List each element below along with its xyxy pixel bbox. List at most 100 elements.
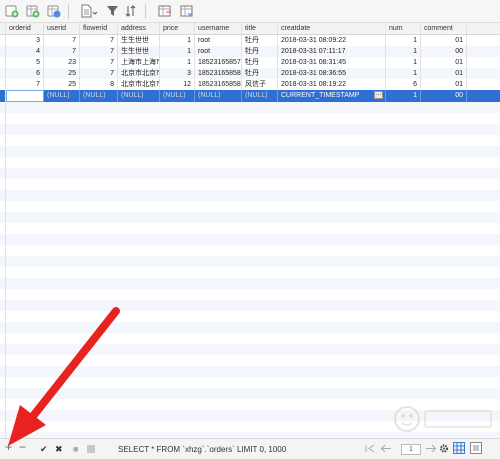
price-cell[interactable]: 1 xyxy=(160,46,195,57)
column-header-price[interactable]: price xyxy=(160,23,195,34)
address-cell[interactable]: 上海市上海市 xyxy=(118,57,160,68)
column-header-address[interactable]: address xyxy=(118,23,160,34)
settings-gear-icon[interactable] xyxy=(439,443,449,454)
flowerid-cell[interactable]: 8 xyxy=(80,79,118,90)
title-cell[interactable]: 风信子 xyxy=(242,79,278,90)
title-null-cell[interactable]: (NULL) xyxy=(242,90,278,102)
flowerid-cell[interactable]: 7 xyxy=(80,57,118,68)
remove-row-button[interactable]: − xyxy=(19,441,26,453)
document-icon[interactable] xyxy=(80,4,98,18)
refresh-icon[interactable] xyxy=(47,4,61,18)
flowerid-null-cell[interactable]: (NULL) xyxy=(80,90,118,102)
userid-cell[interactable]: 23 xyxy=(44,57,80,68)
export-icon[interactable] xyxy=(158,4,172,18)
userid-null-cell[interactable]: (NULL) xyxy=(44,90,80,102)
userid-cell[interactable]: 25 xyxy=(44,79,80,90)
creatdate-cell[interactable]: 2018-03-31 08:36:55 xyxy=(278,68,386,79)
grid-view-icon[interactable] xyxy=(453,442,465,454)
title-cell[interactable]: 牡丹 xyxy=(242,57,278,68)
num-cell[interactable]: 1 xyxy=(386,46,421,57)
stop-query-icon[interactable] xyxy=(87,443,95,454)
comment-cell[interactable]: 01 xyxy=(421,68,467,79)
empty-row xyxy=(0,256,500,267)
address-cell[interactable]: 北京市北京市 xyxy=(118,79,160,90)
username-null-cell[interactable]: (NULL) xyxy=(195,90,242,102)
page-number-input[interactable]: 1 xyxy=(401,444,421,455)
username-cell[interactable]: root xyxy=(195,35,242,46)
filter-icon[interactable] xyxy=(106,4,120,18)
column-header-username[interactable]: username xyxy=(195,23,242,34)
title-cell[interactable]: 牡丹 xyxy=(242,68,278,79)
flowerid-cell[interactable]: 7 xyxy=(80,35,118,46)
userid-cell[interactable]: 7 xyxy=(44,35,80,46)
orderid-edit-input[interactable] xyxy=(6,90,44,102)
table-row[interactable]: 5 23 7 上海市上海市 1 18523165857 牡丹 2018-03-3… xyxy=(0,57,500,68)
datetime-picker-button[interactable]: ... xyxy=(374,91,383,99)
creatdate-cell[interactable]: 2018-03-31 07:11:17 xyxy=(278,46,386,57)
comment-cell[interactable]: 01 xyxy=(421,35,467,46)
userid-cell[interactable]: 7 xyxy=(44,46,80,57)
title-cell[interactable]: 牡丹 xyxy=(242,46,278,57)
discard-changes-button[interactable]: ✖ xyxy=(55,444,63,455)
creatdate-cell[interactable]: 2018-03-31 08:09:22 xyxy=(278,35,386,46)
table-row[interactable]: 6 25 7 北京市北京市 3 18523165858 牡丹 2018-03-3… xyxy=(0,68,500,79)
sort-icon[interactable] xyxy=(124,4,138,18)
title-cell[interactable]: 牡丹 xyxy=(242,35,278,46)
column-header-userid[interactable]: userid xyxy=(44,23,80,34)
price-null-cell[interactable]: (NULL) xyxy=(160,90,195,102)
apply-changes-button[interactable]: ✔ xyxy=(40,444,48,455)
empty-row xyxy=(0,278,500,289)
price-cell[interactable]: 3 xyxy=(160,68,195,79)
address-cell[interactable]: 生生世世 xyxy=(118,46,160,57)
num-cell[interactable]: 1 xyxy=(386,35,421,46)
comment-cell[interactable]: 00 xyxy=(421,46,467,57)
column-header-orderid[interactable]: orderid xyxy=(6,23,44,34)
price-cell[interactable]: 1 xyxy=(160,35,195,46)
first-page-icon[interactable] xyxy=(365,443,375,454)
creatdate-default-cell[interactable]: CURRENT_TIMESTAMP ... xyxy=(278,90,386,102)
num-cell[interactable]: 6 xyxy=(386,79,421,90)
orderid-cell[interactable]: 3 xyxy=(6,35,44,46)
orderid-cell[interactable]: 7 xyxy=(6,79,44,90)
add-table-icon[interactable] xyxy=(26,4,40,18)
table-row[interactable]: 4 7 7 生生世世 1 root 牡丹 2018-03-31 07:11:17… xyxy=(0,46,500,57)
table-row[interactable]: 7 25 8 北京市北京市 12 18523165858 风信子 2018-03… xyxy=(0,79,500,90)
flowerid-cell[interactable]: 7 xyxy=(80,46,118,57)
orderid-cell[interactable]: 6 xyxy=(6,68,44,79)
comment-cell[interactable]: 01 xyxy=(421,79,467,90)
column-header-flowerid[interactable]: flowerid xyxy=(80,23,118,34)
username-cell[interactable]: root xyxy=(195,46,242,57)
new-connection-icon[interactable] xyxy=(5,4,19,18)
column-header-creatdate[interactable]: creatdate xyxy=(278,23,386,34)
creatdate-cell[interactable]: 2018-03-31 08:19:22 xyxy=(278,79,386,90)
username-cell[interactable]: 18523165858 xyxy=(195,68,242,79)
username-cell[interactable]: 18523165858 xyxy=(195,79,242,90)
stop-button[interactable]: ■ xyxy=(73,444,78,455)
column-header-title[interactable]: title xyxy=(242,23,278,34)
next-page-icon[interactable] xyxy=(425,443,437,454)
price-cell[interactable]: 12 xyxy=(160,79,195,90)
orderid-cell[interactable]: 5 xyxy=(6,57,44,68)
previous-page-icon[interactable] xyxy=(380,443,392,454)
column-header-comment[interactable]: comment xyxy=(421,23,467,34)
comment-default-cell[interactable]: 00 xyxy=(421,90,467,102)
username-cell[interactable]: 18523165857 xyxy=(195,57,242,68)
num-cell[interactable]: 1 xyxy=(386,57,421,68)
address-null-cell[interactable]: (NULL) xyxy=(118,90,160,102)
num-cell[interactable]: 1 xyxy=(386,68,421,79)
flowerid-cell[interactable]: 7 xyxy=(80,68,118,79)
comment-cell[interactable]: 01 xyxy=(421,57,467,68)
new-row-selected[interactable]: (NULL) (NULL) (NULL) (NULL) (NULL) (NULL… xyxy=(0,90,500,102)
creatdate-cell[interactable]: 2018-03-31 08:31:45 xyxy=(278,57,386,68)
orderid-cell[interactable]: 4 xyxy=(6,46,44,57)
table-row[interactable]: 3 7 7 生生世世 1 root 牡丹 2018-03-31 08:09:22… xyxy=(0,35,500,46)
import-icon[interactable] xyxy=(180,4,194,18)
price-cell[interactable]: 1 xyxy=(160,57,195,68)
num-default-cell[interactable]: 1 xyxy=(386,90,421,102)
column-header-num[interactable]: num xyxy=(386,23,421,34)
form-view-icon[interactable] xyxy=(470,442,482,454)
add-row-button[interactable]: + xyxy=(5,441,12,453)
userid-cell[interactable]: 25 xyxy=(44,68,80,79)
address-cell[interactable]: 生生世世 xyxy=(118,35,160,46)
address-cell[interactable]: 北京市北京市 xyxy=(118,68,160,79)
